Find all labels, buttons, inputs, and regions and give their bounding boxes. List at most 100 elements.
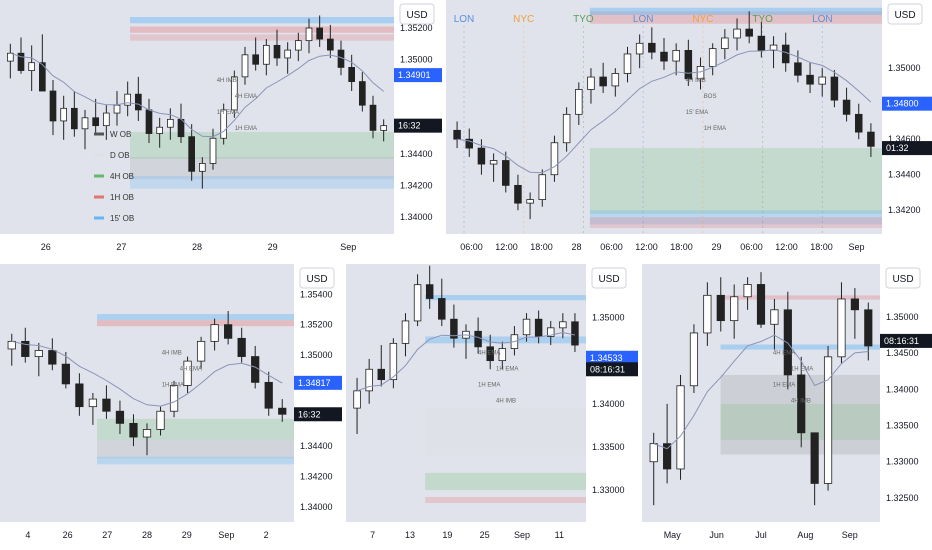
chart-panel-15m[interactable]: LON NYC TYO LON NYC TYO LON 4H IMB BOS 15' EMA 1H … — [446, 0, 932, 260]
price-tick: 1.34000 — [400, 212, 433, 222]
candle-body — [294, 40, 302, 51]
candle-body — [113, 104, 121, 114]
price-tick: 1.35000 — [886, 312, 919, 322]
time-tick: 4 — [25, 530, 30, 540]
candle-body — [635, 42, 644, 55]
currency-label: USD — [406, 10, 427, 21]
candle-body — [842, 99, 851, 115]
time-tick: Sep — [514, 530, 530, 540]
time-tick: 06:00 — [740, 242, 763, 252]
chart-panel-4h[interactable]: 4H IMB 4H EMA 1H EMA USD 1.35400 1.35200 1.350… — [0, 264, 342, 550]
currency-label: USD — [598, 274, 619, 285]
candle-body — [783, 309, 792, 376]
candle-body — [477, 147, 486, 165]
candle-body — [559, 321, 567, 329]
candle-body — [676, 385, 685, 470]
candle-body — [562, 113, 571, 144]
candle-body — [251, 356, 260, 383]
countdown-tag-label: 16:32 — [398, 121, 421, 131]
time-tick: 18:00 — [530, 242, 553, 252]
price-tick: 1.33500 — [886, 421, 919, 431]
chart-panel-daily[interactable]: 4H IMB 4H EMA 1H EMA 1H EMA W OB D OB 4H OB 1H … — [0, 0, 442, 260]
candle-body — [134, 93, 142, 111]
time-tick: 12:00 — [775, 242, 798, 252]
candle-body — [305, 27, 313, 42]
candle-body — [102, 398, 111, 412]
candle-body — [198, 163, 206, 172]
candle-body — [745, 28, 753, 37]
candle-body — [611, 73, 620, 87]
candle-body — [224, 324, 233, 339]
chart-annotation: 1H EMA — [791, 366, 813, 372]
time-tick: Aug — [797, 530, 813, 540]
candle-body — [781, 44, 790, 64]
chart-annotation: BOS — [704, 94, 717, 100]
time-tick: 19 — [442, 530, 452, 540]
panel-svg: LON NYC TYO LON NYC TYO LON 4H IMB BOS 15' EMA 1H … — [446, 0, 932, 260]
candle-body — [703, 294, 712, 334]
time-tick: 29 — [268, 242, 278, 252]
time-axis — [346, 522, 638, 550]
time-tick: 12:00 — [495, 242, 518, 252]
candle-body — [183, 360, 192, 386]
price-tag-label: 08:16:31 — [884, 336, 919, 346]
candle-body — [369, 104, 377, 131]
time-axis — [0, 234, 442, 260]
currency-label: USD — [306, 274, 327, 285]
candle-body — [648, 42, 656, 53]
candle-body — [75, 383, 84, 408]
candle-body — [794, 62, 802, 76]
time-tick: Sep — [218, 530, 234, 540]
time-axis — [0, 522, 342, 550]
price-tick: 1.33000 — [886, 457, 919, 467]
candle-body — [770, 309, 779, 325]
candle-body — [649, 443, 658, 463]
time-tick: 26 — [63, 530, 73, 540]
candle-body — [209, 137, 217, 164]
candle-body — [575, 89, 583, 115]
time-tick: 13 — [405, 530, 415, 540]
price-tick: 1.34500 — [886, 348, 919, 358]
chart-annotation: 1H EMA — [478, 382, 500, 388]
legend-label: 4H OB — [110, 172, 134, 181]
time-tick: 12:00 — [635, 242, 658, 252]
candle-body — [534, 318, 543, 337]
candle-body — [188, 136, 196, 172]
legend-label: 15' OB — [110, 214, 134, 223]
price-tick: 1.34200 — [400, 180, 433, 190]
session-label: LON — [633, 14, 654, 25]
candle-body — [830, 76, 839, 101]
price-tick: 1.34400 — [888, 170, 921, 180]
candle-body — [92, 117, 99, 127]
chart-annotation: 4H IMB — [791, 398, 811, 404]
candle-body — [241, 54, 249, 78]
candle-body — [156, 126, 164, 134]
order-block-zone — [425, 408, 586, 456]
candle-body — [264, 381, 273, 409]
price-tick: 1.35000 — [400, 55, 433, 65]
time-tick: 06:00 — [460, 242, 483, 252]
session-label: NYC — [513, 14, 534, 25]
candle-body — [380, 125, 388, 131]
price-axis — [882, 0, 932, 260]
chart-panel-weekly[interactable]: 4H EMA 1H EMA 1H EMA 4H IMB USD 1.35000 1.3453… — [346, 264, 638, 550]
chart-annotation: 4H EMA — [180, 366, 202, 372]
candle-body — [514, 184, 522, 204]
candle-body — [438, 298, 446, 320]
time-tick: 28 — [571, 242, 581, 252]
legend-label: W OB — [110, 130, 131, 139]
price-tick: 1.35000 — [592, 312, 625, 322]
candle-body — [103, 112, 110, 127]
order-block-zone — [130, 34, 394, 41]
time-tick: 2 — [264, 530, 269, 540]
chart-annotation: 4H IMB — [162, 350, 182, 356]
chart-panel-monthly[interactable]: 4H EMA 1H EMA 1H EMA 4H IMB USD 1.35000 1.3450… — [642, 264, 932, 550]
chart-grid: 4H IMB 4H EMA 1H EMA 1H EMA W OB D OB 4H OB 1H … — [0, 0, 932, 550]
legend-label: D OB — [110, 151, 130, 160]
order-block-zone — [589, 217, 882, 228]
candle-body — [413, 284, 422, 322]
time-tick: 7 — [370, 530, 375, 540]
candle-body — [708, 48, 717, 67]
candle-body — [864, 309, 873, 347]
candle-body — [489, 160, 498, 165]
